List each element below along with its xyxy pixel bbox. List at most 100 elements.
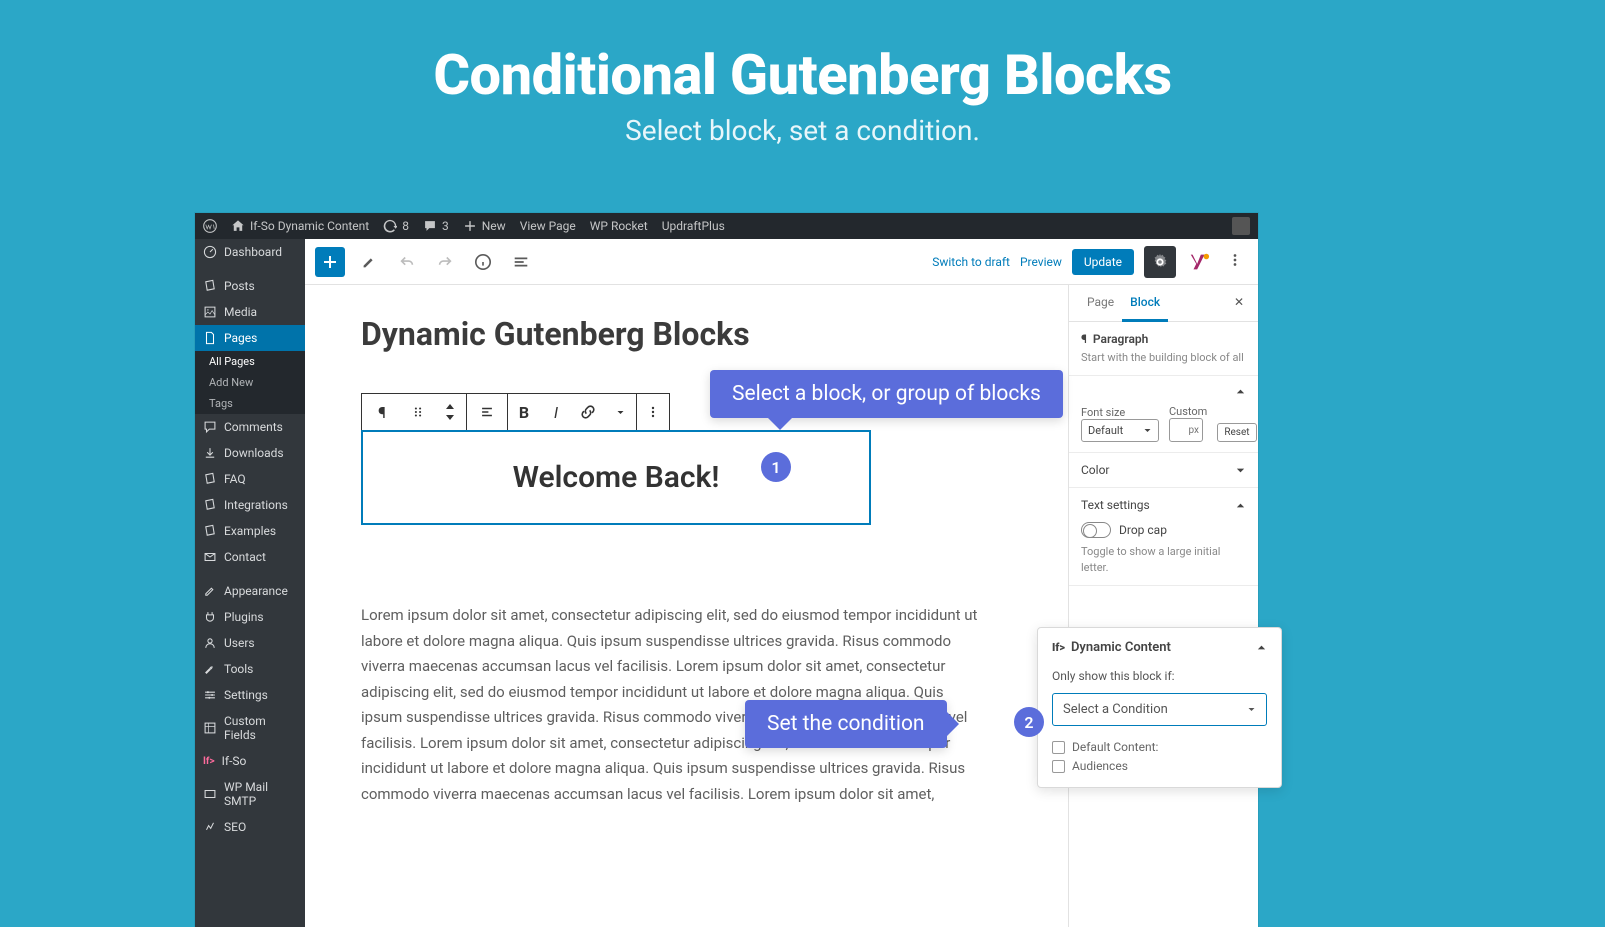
outline-icon[interactable] bbox=[507, 248, 535, 276]
drag-handle-icon[interactable] bbox=[402, 394, 434, 430]
sidebar-item-tools[interactable]: Tools bbox=[195, 656, 305, 682]
sidebar-item-seo[interactable]: SEO bbox=[195, 814, 305, 840]
sidebar-item-posts[interactable]: Posts bbox=[195, 273, 305, 299]
tab-block[interactable]: Block bbox=[1122, 285, 1168, 322]
sidebar-item-wpmail[interactable]: WP Mail SMTP bbox=[195, 774, 305, 814]
chevron-up-icon[interactable] bbox=[1235, 386, 1246, 397]
sidebar-item-contact[interactable]: Contact bbox=[195, 544, 305, 570]
chevron-up-icon bbox=[1256, 642, 1267, 653]
adminbar-new[interactable]: New bbox=[463, 219, 506, 233]
adminbar-updraft[interactable]: UpdraftPlus bbox=[662, 219, 725, 233]
edit-mode-icon[interactable] bbox=[355, 248, 383, 276]
adminbar-comments[interactable]: 3 bbox=[423, 219, 449, 233]
default-content-check[interactable]: Default Content: bbox=[1052, 740, 1267, 754]
more-options-icon[interactable] bbox=[1222, 247, 1248, 277]
dynamic-content-panel: If>Dynamic Content Only show this block … bbox=[1037, 627, 1282, 788]
adminbar-site-label: If-So Dynamic Content bbox=[250, 219, 369, 233]
page-title[interactable]: Dynamic Gutenberg Blocks bbox=[361, 315, 1012, 353]
sidebar-item-media[interactable]: Media bbox=[195, 299, 305, 325]
checkbox-icon[interactable] bbox=[1052, 760, 1065, 773]
sidebar-sub-tags[interactable]: Tags bbox=[195, 393, 305, 414]
bold-icon[interactable]: B bbox=[508, 394, 540, 430]
adminbar-updates[interactable]: 8 bbox=[383, 219, 409, 233]
admin-sidebar: Dashboard Posts Media Pages All Pages Ad… bbox=[195, 239, 305, 927]
sidebar-item-users[interactable]: Users bbox=[195, 630, 305, 656]
callout-set-condition: Set the condition bbox=[745, 700, 947, 748]
selected-paragraph-block[interactable]: Welcome Back! bbox=[361, 430, 871, 525]
adminbar-updates-count: 8 bbox=[402, 219, 409, 233]
settings-panel: Page Block ✕ ¶ Paragraph Start with the … bbox=[1068, 285, 1258, 927]
update-button[interactable]: Update bbox=[1072, 249, 1134, 275]
sidebar-item-downloads[interactable]: Downloads bbox=[195, 440, 305, 466]
sidebar-item-settings[interactable]: Settings bbox=[195, 682, 305, 708]
wp-adminbar: If-So Dynamic Content 8 3 New View Page … bbox=[195, 213, 1258, 239]
link-icon[interactable] bbox=[572, 394, 604, 430]
block-type-label: ¶ Paragraph bbox=[1081, 332, 1246, 346]
block-toolbar: ¶ B I bbox=[361, 393, 670, 431]
info-icon[interactable] bbox=[469, 248, 497, 276]
sidebar-item-dashboard[interactable]: Dashboard bbox=[195, 239, 305, 265]
sidebar-item-ifso[interactable]: If>If-So bbox=[195, 748, 305, 774]
reset-button[interactable]: Reset bbox=[1217, 423, 1256, 442]
color-section[interactable]: Color bbox=[1081, 463, 1246, 477]
dropcap-label: Drop cap bbox=[1119, 523, 1167, 537]
hero-banner: Conditional Gutenberg Blocks Select bloc… bbox=[0, 0, 1605, 147]
hero-title: Conditional Gutenberg Blocks bbox=[0, 42, 1605, 108]
wordpress-screenshot: If-So Dynamic Content 8 3 New View Page … bbox=[195, 213, 1258, 927]
dropcap-desc: Toggle to show a large initial letter. bbox=[1081, 544, 1246, 575]
settings-gear-icon[interactable] bbox=[1144, 246, 1176, 278]
custom-label: Custom bbox=[1169, 405, 1207, 418]
step-badge-2: 2 bbox=[1014, 707, 1044, 737]
add-block-button[interactable] bbox=[315, 247, 345, 277]
step-badge-1: 1 bbox=[761, 452, 791, 482]
adminbar-comments-count: 3 bbox=[442, 219, 449, 233]
audiences-check[interactable]: Audiences bbox=[1052, 759, 1267, 773]
adminbar-wp-logo[interactable] bbox=[203, 219, 217, 233]
yoast-icon[interactable] bbox=[1186, 249, 1212, 275]
sidebar-item-pages[interactable]: Pages bbox=[195, 325, 305, 351]
checkbox-icon[interactable] bbox=[1052, 741, 1065, 754]
adminbar-viewpage[interactable]: View Page bbox=[520, 219, 576, 233]
adminbar-new-label: New bbox=[482, 219, 506, 233]
chevron-down-icon bbox=[1235, 465, 1246, 476]
dropcap-toggle[interactable] bbox=[1081, 522, 1111, 538]
block-editor: Switch to draft Preview Update Dynamic G… bbox=[305, 239, 1258, 927]
custom-size-input[interactable] bbox=[1169, 418, 1203, 442]
fontsize-label: Font size bbox=[1081, 406, 1159, 419]
sidebar-item-customfields[interactable]: Custom Fields bbox=[195, 708, 305, 748]
chevron-down-icon bbox=[1247, 705, 1256, 714]
text-settings-section[interactable]: Text settings bbox=[1081, 498, 1246, 512]
adminbar-site[interactable]: If-So Dynamic Content bbox=[231, 219, 369, 233]
block-type-desc: Start with the building block of all bbox=[1081, 350, 1246, 365]
hero-subtitle: Select block, set a condition. bbox=[0, 114, 1605, 147]
chevron-up-icon bbox=[1235, 500, 1246, 511]
sidebar-item-comments[interactable]: Comments bbox=[195, 414, 305, 440]
align-icon[interactable] bbox=[467, 394, 507, 430]
condition-label: Only show this block if: bbox=[1052, 669, 1267, 683]
sidebar-item-appearance[interactable]: Appearance bbox=[195, 578, 305, 604]
tab-page[interactable]: Page bbox=[1079, 285, 1122, 321]
sidebar-item-faq[interactable]: FAQ bbox=[195, 466, 305, 492]
italic-icon[interactable]: I bbox=[540, 394, 572, 430]
sidebar-sub-allpages[interactable]: All Pages bbox=[195, 351, 305, 372]
redo-icon[interactable] bbox=[431, 248, 459, 276]
format-dropdown-icon[interactable] bbox=[604, 394, 636, 430]
sidebar-item-plugins[interactable]: Plugins bbox=[195, 604, 305, 630]
adminbar-avatar[interactable] bbox=[1232, 217, 1250, 235]
switch-to-draft-link[interactable]: Switch to draft bbox=[932, 255, 1010, 269]
dynamic-panel-header[interactable]: If>Dynamic Content bbox=[1052, 640, 1267, 655]
sidebar-item-examples[interactable]: Examples bbox=[195, 518, 305, 544]
fontsize-select[interactable]: Default bbox=[1081, 419, 1159, 442]
sidebar-sub-addnew[interactable]: Add New bbox=[195, 372, 305, 393]
block-type-icon[interactable]: ¶ bbox=[362, 394, 402, 430]
callout-select-block: Select a block, or group of blocks bbox=[710, 370, 1063, 418]
editor-toolbar: Switch to draft Preview Update bbox=[305, 239, 1258, 285]
block-more-icon[interactable] bbox=[637, 394, 669, 430]
sidebar-item-integrations[interactable]: Integrations bbox=[195, 492, 305, 518]
preview-link[interactable]: Preview bbox=[1020, 255, 1062, 269]
condition-select[interactable]: Select a Condition bbox=[1052, 693, 1267, 726]
close-panel-icon[interactable]: ✕ bbox=[1230, 285, 1248, 321]
undo-icon[interactable] bbox=[393, 248, 421, 276]
move-arrows-icon[interactable] bbox=[434, 394, 466, 430]
adminbar-wprocket[interactable]: WP Rocket bbox=[590, 219, 648, 233]
